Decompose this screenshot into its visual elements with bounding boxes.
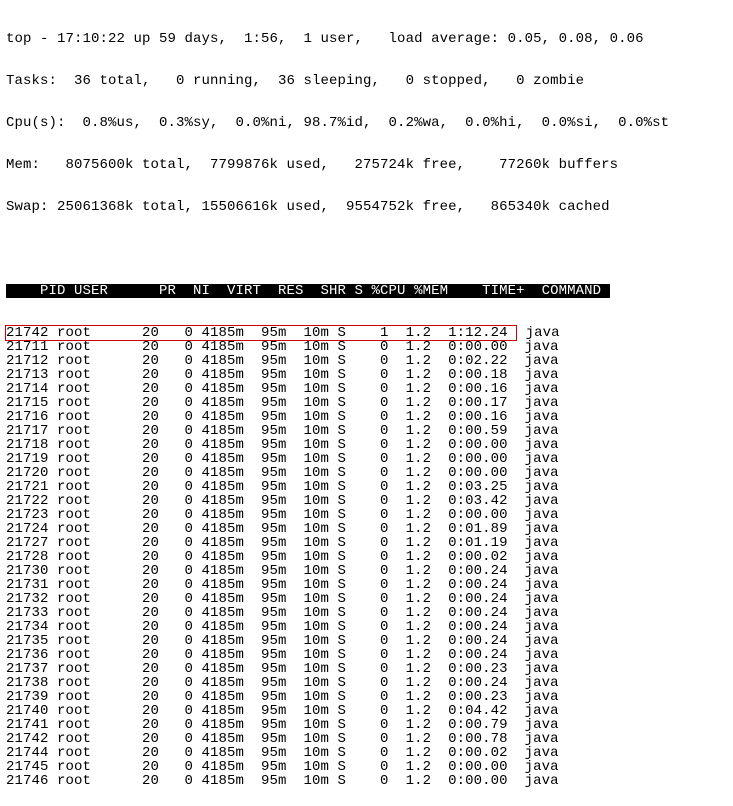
- process-row: 21742 root 20 0 4185m 95m 10m S 1 1.2 1:…: [6, 326, 727, 340]
- process-row: 21738 root 20 0 4185m 95m 10m S 0 1.2 0:…: [6, 676, 727, 690]
- process-row: 21724 root 20 0 4185m 95m 10m S 0 1.2 0:…: [6, 522, 727, 536]
- process-row: 21712 root 20 0 4185m 95m 10m S 0 1.2 0:…: [6, 354, 727, 368]
- column-header: PID USER PR NI VIRT RES SHR S %CPU %MEM …: [6, 284, 610, 298]
- process-row: 21742 root 20 0 4185m 95m 10m S 0 1.2 0:…: [6, 732, 727, 746]
- process-row: 21746 root 20 0 4185m 95m 10m S 0 1.2 0:…: [6, 774, 727, 788]
- process-list: 21742 root 20 0 4185m 95m 10m S 1 1.2 1:…: [6, 326, 727, 788]
- terminal-output: top - 17:10:22 up 59 days, 1:56, 1 user,…: [0, 0, 733, 806]
- process-row: 21716 root 20 0 4185m 95m 10m S 0 1.2 0:…: [6, 410, 727, 424]
- summary-line-3: Cpu(s): 0.8%us, 0.3%sy, 0.0%ni, 98.7%id,…: [6, 116, 727, 130]
- process-row: 21736 root 20 0 4185m 95m 10m S 0 1.2 0:…: [6, 648, 727, 662]
- process-row: 21741 root 20 0 4185m 95m 10m S 0 1.2 0:…: [6, 718, 727, 732]
- process-row: 21721 root 20 0 4185m 95m 10m S 0 1.2 0:…: [6, 480, 727, 494]
- summary-line-2: Tasks: 36 total, 0 running, 36 sleeping,…: [6, 74, 727, 88]
- process-row: 21732 root 20 0 4185m 95m 10m S 0 1.2 0:…: [6, 592, 727, 606]
- process-row: 21715 root 20 0 4185m 95m 10m S 0 1.2 0:…: [6, 396, 727, 410]
- process-row: 21739 root 20 0 4185m 95m 10m S 0 1.2 0:…: [6, 690, 727, 704]
- process-row: 21720 root 20 0 4185m 95m 10m S 0 1.2 0:…: [6, 466, 727, 480]
- process-row: 21737 root 20 0 4185m 95m 10m S 0 1.2 0:…: [6, 662, 727, 676]
- process-row: 21717 root 20 0 4185m 95m 10m S 0 1.2 0:…: [6, 424, 727, 438]
- process-row: 21734 root 20 0 4185m 95m 10m S 0 1.2 0:…: [6, 620, 727, 634]
- process-row: 21744 root 20 0 4185m 95m 10m S 0 1.2 0:…: [6, 746, 727, 760]
- process-row: 21714 root 20 0 4185m 95m 10m S 0 1.2 0:…: [6, 382, 727, 396]
- process-row: 21745 root 20 0 4185m 95m 10m S 0 1.2 0:…: [6, 760, 727, 774]
- process-row: 21728 root 20 0 4185m 95m 10m S 0 1.2 0:…: [6, 550, 727, 564]
- process-row: 21722 root 20 0 4185m 95m 10m S 0 1.2 0:…: [6, 494, 727, 508]
- summary-line-1: top - 17:10:22 up 59 days, 1:56, 1 user,…: [6, 32, 727, 46]
- process-row: 21711 root 20 0 4185m 95m 10m S 0 1.2 0:…: [6, 340, 727, 354]
- process-row: 21740 root 20 0 4185m 95m 10m S 0 1.2 0:…: [6, 704, 727, 718]
- process-row: 21718 root 20 0 4185m 95m 10m S 0 1.2 0:…: [6, 438, 727, 452]
- process-row: 21727 root 20 0 4185m 95m 10m S 0 1.2 0:…: [6, 536, 727, 550]
- process-row: 21730 root 20 0 4185m 95m 10m S 0 1.2 0:…: [6, 564, 727, 578]
- process-row: 21723 root 20 0 4185m 95m 10m S 0 1.2 0:…: [6, 508, 727, 522]
- summary-line-5: Swap: 25061368k total, 15506616k used, 9…: [6, 200, 727, 214]
- process-row: 21713 root 20 0 4185m 95m 10m S 0 1.2 0:…: [6, 368, 727, 382]
- summary-line-4: Mem: 8075600k total, 7799876k used, 2757…: [6, 158, 727, 172]
- process-row: 21731 root 20 0 4185m 95m 10m S 0 1.2 0:…: [6, 578, 727, 592]
- process-row: 21735 root 20 0 4185m 95m 10m S 0 1.2 0:…: [6, 634, 727, 648]
- header-line: PID USER PR NI VIRT RES SHR S %CPU %MEM …: [6, 284, 727, 298]
- process-row: 21719 root 20 0 4185m 95m 10m S 0 1.2 0:…: [6, 452, 727, 466]
- blank-line: [6, 242, 727, 256]
- process-row: 21733 root 20 0 4185m 95m 10m S 0 1.2 0:…: [6, 606, 727, 620]
